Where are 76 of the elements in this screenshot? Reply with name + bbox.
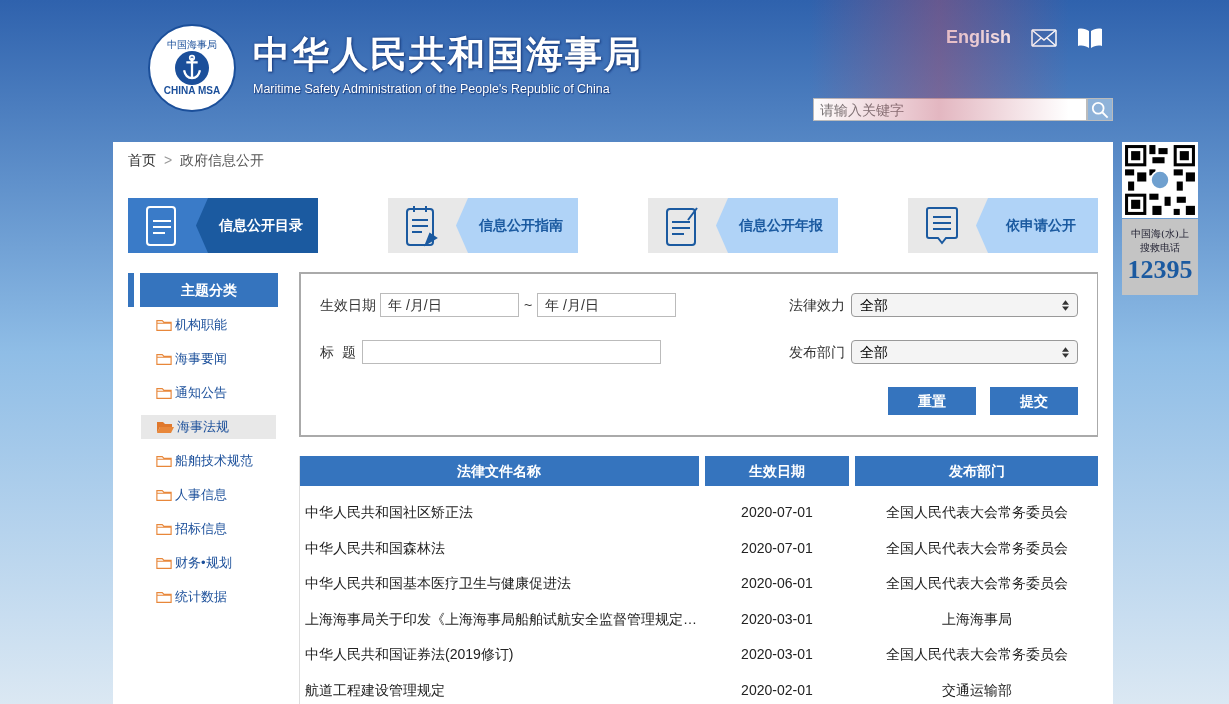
date-separator: ~ [524,295,533,315]
table-cell-text: 全国人民代表大会常务委员会 [884,538,1069,558]
sidebar-item[interactable]: 通知公告 [141,381,276,405]
folder-icon [156,386,172,400]
document-link[interactable]: 航道工程建设管理规定 [300,679,699,701]
search-field[interactable]: 请输入关键字 [813,98,1087,121]
hotline-text: 中国海(水)上 [1131,227,1189,241]
sidebar-item[interactable]: 海事法规 [141,415,276,439]
table-cell-text: 2020-02-01 [740,680,814,700]
column-header: 发布部门 [855,456,1098,486]
document-link[interactable]: 中华人民共和国基本医疗卫生与健康促进法 [300,573,699,595]
sidebar-item[interactable]: 人事信息 [141,483,276,507]
breadcrumb-link[interactable]: 首页 [128,149,156,171]
sidebar-item[interactable]: 机构职能 [141,313,276,337]
site-subtitle: Maritime Safety Administration of the People's Republic of China [253,83,611,96]
open-folder-icon [156,420,174,434]
nav-tab[interactable]: 依申请公开 [908,198,1098,253]
nav-tab[interactable]: 信息公开目录 [128,198,318,253]
submit-button[interactable]: 提交 [990,387,1078,415]
sidebar-item[interactable]: 招标信息 [141,517,276,541]
anchor-icon [175,51,209,85]
sidebar-title: 主题分类 [140,273,278,307]
breadcrumb-current: 政府信息公开 [180,150,265,170]
folder-icon [156,352,172,366]
folder-icon [156,318,172,332]
folder-icon [156,522,172,536]
seal-text: CHINA MSA [163,86,221,96]
sidebar-item[interactable]: 财务•规划 [141,551,276,575]
breadcrumb-separator: > [164,150,173,170]
hotline-number: 12395 [1127,255,1193,285]
field-label: 发布部门 [789,342,845,362]
english-link[interactable]: English [946,24,1011,51]
notepad-pen-icon [404,203,440,248]
nav-tab[interactable]: 信息公开年报 [648,198,838,253]
document-link[interactable]: 中华人民共和国社区矫正法 [300,502,699,524]
select-dropdown[interactable]: 全部 [851,340,1078,364]
book-icon[interactable] [1077,26,1103,49]
document-link[interactable]: 上海海事局关于印发《上海海事局船舶试航安全监督管理规定… [300,608,699,630]
date-field[interactable]: 年 /月/日 [537,293,677,317]
reset-button[interactable]: 重置 [888,387,976,415]
updown-icon [1062,299,1069,311]
site-title: 中华人民共和国海事局 [253,36,643,73]
select-dropdown[interactable]: 全部 [851,293,1078,317]
table-cell-text: 全国人民代表大会常务委员会 [884,503,1069,523]
seal-text: 中国海事局 [167,40,217,50]
date-field[interactable]: 年 /月/日 [380,293,519,317]
sidebar-item[interactable]: 统计数据 [141,585,276,609]
table-cell-text: 全国人民代表大会常务委员会 [884,645,1069,665]
table-cell-text: 2020-07-01 [740,538,814,558]
document-link[interactable]: 中华人民共和国森林法 [300,537,699,559]
table-cell-text: 交通运输部 [940,680,1013,700]
folder-icon [156,556,172,570]
table-cell-text: 2020-07-01 [740,503,814,523]
search-icon [1091,100,1109,119]
document-link[interactable]: 中华人民共和国证券法(2019修订) [300,644,699,666]
nav-tab[interactable]: 信息公开指南 [388,198,578,253]
table-cell-text: 2020-06-01 [740,574,814,594]
field-label: 标 题 [320,342,356,362]
hotline-text: 搜救电话 [1140,241,1180,255]
table-cell-text: 2020-03-01 [740,645,814,665]
table-cell-text: 上海海事局 [940,609,1013,629]
folder-icon [156,590,172,604]
folder-icon [156,488,172,502]
sidebar-item[interactable]: 船舶技术规范 [141,449,276,473]
mail-icon[interactable] [1031,28,1057,47]
updown-icon [1062,346,1069,358]
column-header: 法律文件名称 [300,456,699,486]
sidebar-item[interactable]: 海事要闻 [141,347,276,371]
sidebar-accent [128,273,134,307]
field-label: 生效日期 [320,295,376,315]
column-header: 生效日期 [704,456,850,486]
title-field[interactable] [361,340,661,364]
table-cell-text: 2020-03-01 [740,609,814,629]
table-cell-text: 全国人民代表大会常务委员会 [884,574,1069,594]
folder-icon [156,454,172,468]
field-label: 法律效力 [789,295,845,315]
